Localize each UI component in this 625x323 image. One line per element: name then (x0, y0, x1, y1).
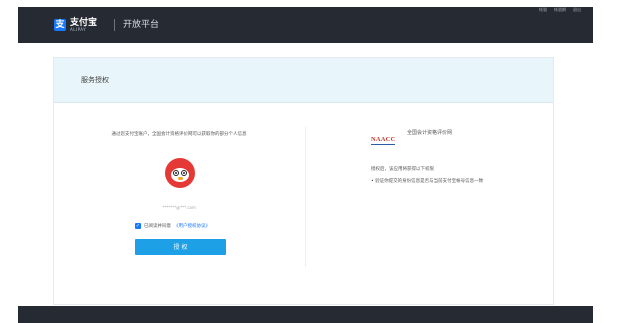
platform-title: 开放平台 (123, 20, 160, 30)
authorization-card: 服务授权 通过您支付宝账户，全国会计资格评价网可以获取你的部分个人信息 ****… (53, 57, 554, 305)
permissions-list: 验证你提交的身份信息是否与当前支付宝帐号信息一致 (371, 178, 483, 184)
permissions-intro: 授权后，该应用将获得以下权限 (371, 167, 434, 172)
agreement-link[interactable]: 《用户授权协议》 (174, 223, 210, 229)
authorize-button[interactable]: 授 权 (135, 239, 226, 255)
alipay-logo[interactable]: 支 支付宝 ALIPAY (54, 18, 97, 32)
naacc-logo-underline (371, 144, 395, 145)
brand-subtitle: ALIPAY (70, 27, 87, 32)
authorization-intro: 通过您支付宝账户，全国会计资格评价网可以获取你的部分个人信息 (111, 132, 247, 137)
avatar-beak (178, 177, 183, 180)
logout-link[interactable]: 退出 (573, 7, 581, 13)
account-links: 帐號 帐號網 退出 (539, 7, 581, 13)
permission-item: 验证你提交的身份信息是否与当前支付宝帐号信息一致 (371, 178, 483, 184)
partner-name: 全国会计资格评价网 (407, 130, 453, 136)
bottom-bar (18, 306, 593, 323)
avatar-pupil-left (175, 172, 177, 174)
header-divider (114, 19, 115, 31)
alipay-icon: 支 (54, 19, 66, 31)
user-avatar (165, 158, 195, 188)
avatar-pupil-right (183, 172, 185, 174)
column-divider (305, 127, 306, 267)
agreement-row: ✓ 已阅读并同意 《用户授权协议》 (135, 223, 210, 229)
naacc-logo: NAACC (371, 136, 396, 143)
account-link[interactable]: 帐號 (539, 7, 547, 13)
card-header: 服务授权 (54, 58, 553, 103)
agree-checkbox[interactable]: ✓ (135, 223, 141, 229)
account-center-link[interactable]: 帐號網 (554, 7, 566, 13)
card-title: 服务授权 (81, 76, 109, 84)
account-id: *******@***.com (162, 205, 196, 210)
agree-label: 已阅读并同意 (144, 224, 171, 229)
top-navbar: 支 支付宝 ALIPAY 开放平台 帐號 帐號網 退出 (18, 7, 593, 43)
